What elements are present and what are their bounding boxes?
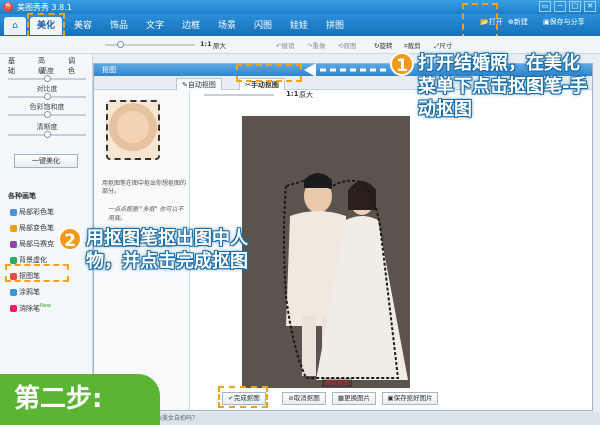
tab-text[interactable]: 文字 <box>138 17 172 35</box>
save-share-button[interactable]: ▣保存与分享 <box>543 17 585 27</box>
one-key-beautify-button[interactable]: 一键美化 <box>14 154 78 168</box>
brush-doodle[interactable]: 涂鸦笔 <box>10 287 40 297</box>
dialog-zoom-1to1[interactable]: 1:1 <box>286 90 299 98</box>
arrow-step2 <box>227 337 241 384</box>
home-tab[interactable]: ⌂ <box>4 17 26 35</box>
slider-knob[interactable] <box>44 93 51 100</box>
contrast-slider[interactable] <box>8 93 86 100</box>
blur-brush-icon <box>10 256 17 264</box>
dialog-original-size[interactable]: 原大 <box>299 90 313 100</box>
brush-mosaic[interactable]: 局部马赛克 <box>10 239 54 249</box>
photo-watermark: 高抠抠图 <box>322 378 353 387</box>
signature-text: 一点点抠图 "多抠" 你可以不用我。 <box>108 206 184 222</box>
step1-number-badge: 1 <box>390 52 414 76</box>
original-size[interactable]: 原大 <box>213 40 226 50</box>
tab-accessory[interactable]: 饰品 <box>102 17 136 35</box>
step-badge: 第二步: <box>0 374 160 425</box>
example-baby-photo <box>106 100 160 160</box>
zoom-1to1[interactable]: 1:1 <box>200 40 212 48</box>
zoom-slider[interactable] <box>105 41 195 48</box>
step1-instruction: 打开结婚照，在美化菜单下点击抠图笔-手动抠图 <box>418 53 588 120</box>
new-button[interactable]: ⊕新建 <box>508 17 528 27</box>
cancel-cutout-button[interactable]: ⊘取消抠图 <box>282 392 326 405</box>
skin-button[interactable]: ▭ <box>539 1 551 12</box>
window-title: 美图秀秀 3.8.1 <box>17 3 72 12</box>
doodle-brush-icon <box>10 288 17 296</box>
highlight-cutout-brush <box>5 264 69 282</box>
highlight-finish-button <box>218 386 268 408</box>
step2-number-badge: 2 <box>58 227 82 251</box>
minimize-button[interactable]: ─ <box>554 1 566 12</box>
tab-frame[interactable]: 边框 <box>174 17 208 35</box>
slider-knob[interactable] <box>44 75 51 82</box>
window-controls: ▭ ─ □ ✕ <box>539 1 596 12</box>
tab-cosmetic[interactable]: 美容 <box>66 17 100 35</box>
tab-auto-cutout[interactable]: ✎自动抠图 <box>176 78 222 90</box>
wedding-couple-photo <box>242 116 410 388</box>
arrow-step1 <box>304 63 386 77</box>
title-bar: 秀 美图秀秀 3.8.1 ▭ ─ □ ✕ <box>0 0 600 14</box>
photo-canvas[interactable] <box>242 116 410 388</box>
tab-doll[interactable]: 娃娃 <box>282 17 316 35</box>
brushes-heading: 各种画笔 <box>8 192 36 200</box>
saturation-slider[interactable] <box>8 111 86 118</box>
brush-local-color[interactable]: 局部彩色笔 <box>10 207 54 217</box>
mosaic-brush-icon <box>10 240 17 248</box>
undo-button[interactable]: ↶撤销 <box>276 40 294 50</box>
change-image-button[interactable]: ▦更换图片 <box>332 392 376 405</box>
color-brush-icon <box>10 208 17 216</box>
tab-flash[interactable]: 闪图 <box>246 17 280 35</box>
size-button[interactable]: ⤢尺寸 <box>434 40 452 51</box>
maximize-button[interactable]: □ <box>569 1 581 12</box>
save-icon: ▣ <box>543 18 550 26</box>
sharpness-slider[interactable] <box>8 131 86 138</box>
slider-knob[interactable] <box>44 131 51 138</box>
brush-local-recolor[interactable]: 局部变色笔 <box>10 223 54 233</box>
dialog-zoom-slider[interactable]: 1:1 原大 <box>204 90 324 100</box>
crop-button[interactable]: ⌗裁剪 <box>404 40 421 51</box>
zoom-slider-knob[interactable] <box>117 41 124 48</box>
dialog-zoom-track[interactable] <box>204 94 274 96</box>
highlight-open-button <box>462 3 498 40</box>
reset-button[interactable]: ⟲原图 <box>338 40 356 50</box>
tab-collage[interactable]: 拼图 <box>318 17 352 35</box>
slider-knob[interactable] <box>44 111 51 118</box>
app-logo-icon: 秀 <box>3 2 13 12</box>
recolor-brush-icon <box>10 224 17 232</box>
rotate-button[interactable]: ↻旋转 <box>374 40 392 50</box>
close-button[interactable]: ✕ <box>584 1 596 12</box>
highlight-manual-cutout-tab <box>236 64 302 82</box>
brightness-slider[interactable] <box>8 75 86 82</box>
redo-button[interactable]: ↷重做 <box>307 40 325 50</box>
step2-instruction: 用抠图笔抠出图中人物，并点击完成抠图 <box>86 228 248 272</box>
eraser-brush-icon <box>10 304 17 312</box>
new-badge: New <box>40 303 51 309</box>
tab-scene[interactable]: 场景 <box>210 17 244 35</box>
brush-eraser[interactable]: 消除笔New <box>10 303 51 313</box>
cutout-tip: 用抠图笔在图中抠出你想抠图的部分。 <box>102 180 187 195</box>
save-cutout-button[interactable]: ▣保存抠好图片 <box>382 392 438 405</box>
